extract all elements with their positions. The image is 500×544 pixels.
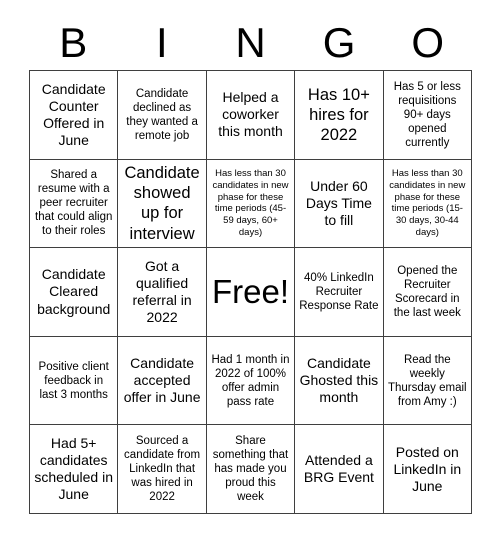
bingo-cell-text: Candidate accepted offer in June [123, 354, 201, 406]
bingo-cell-text: Read the weekly Thursday email from Amy … [387, 353, 467, 408]
bingo-cell-text: Posted on LinkedIn in June [393, 443, 462, 494]
bingo-cell-text: Helped a coworker this month [218, 89, 283, 140]
bingo-cell[interactable]: Had 5+ candidates scheduled in June [30, 425, 119, 514]
bingo-cell-text: Opened the Recruiter Scorecard in the la… [393, 264, 461, 319]
bingo-cell[interactable]: Has 10+ hires for 2022 [295, 71, 384, 160]
bingo-cell[interactable]: Has less than 30 candidates in new phase… [383, 159, 472, 249]
bingo-letter-o: O [411, 19, 444, 66]
bingo-cell-text: Candidate Counter Offered in June [41, 80, 106, 148]
bingo-cell[interactable]: Sourced a candidate from LinkedIn that w… [118, 425, 207, 514]
bingo-cell-text: Free! [211, 272, 289, 310]
bingo-cell-text: Had 5+ candidates scheduled in June [34, 435, 113, 503]
bingo-cell[interactable]: Under 60 Days Time to fill [295, 159, 384, 249]
bingo-cell[interactable]: Opened the Recruiter Scorecard in the la… [383, 248, 472, 337]
bingo-cell[interactable]: 40% LinkedIn Recruiter Response Rate [295, 248, 384, 337]
bingo-cell[interactable]: Candidate showed up for interview [118, 159, 207, 249]
bingo-cell[interactable]: Read the weekly Thursday email from Amy … [383, 336, 472, 426]
bingo-header: B I N G O [29, 18, 472, 68]
bingo-cell-text: Attended a BRG Event [303, 452, 374, 486]
bingo-cell[interactable]: Positive client feedback in last 3 month… [30, 336, 119, 426]
bingo-cell-text: Candidate Cleared background [37, 266, 111, 317]
bingo-cell[interactable]: Attended a BRG Event [295, 425, 384, 514]
bingo-cell[interactable]: Candidate Counter Offered in June [30, 71, 119, 160]
bingo-cell-free-space[interactable]: Free! [206, 248, 296, 337]
bingo-cell-text: Candidate showed up for interview [124, 164, 200, 243]
bingo-cell-text: Shared a resume with a peer recruiter th… [35, 169, 113, 238]
bingo-cell-text: Has less than 30 candidates in new phase… [212, 167, 289, 239]
bingo-cell[interactable]: Share something that has made you proud … [206, 425, 296, 514]
bingo-cell[interactable]: Shared a resume with a peer recruiter th… [30, 159, 119, 249]
bingo-cell[interactable]: Helped a coworker this month [206, 71, 296, 160]
bingo-cell[interactable]: Got a qualified referral in 2022 [118, 248, 207, 337]
bingo-cell-text: Candidate declined as they wanted a remo… [126, 87, 198, 142]
bingo-letter-i: I [156, 19, 168, 66]
bingo-cell[interactable]: Has less than 30 candidates in new phase… [206, 159, 296, 249]
bingo-cell-text: Got a qualified referral in 2022 [132, 257, 192, 326]
bingo-cell[interactable]: Has 5 or less requisitions 90+ days open… [383, 71, 472, 160]
bingo-cell[interactable]: Candidate accepted offer in June [118, 336, 207, 426]
bingo-card: B I N G O Candidate Counter Offered in J… [0, 0, 500, 544]
bingo-cell-text: Has 10+ hires for 2022 [307, 85, 370, 144]
bingo-cell[interactable]: Posted on LinkedIn in June [383, 425, 472, 514]
bingo-letter-g: G [322, 19, 356, 66]
bingo-cell-text: Under 60 Days Time to fill [305, 177, 372, 228]
bingo-cell-text: Has 5 or less requisitions 90+ days open… [393, 80, 461, 149]
bingo-cell-text: Has less than 30 candidates in new phase… [389, 167, 466, 239]
bingo-cell-text: Share something that has made you proud … [212, 435, 289, 504]
bingo-cell-text: Sourced a candidate from LinkedIn that w… [124, 435, 201, 504]
bingo-grid: Candidate Counter Offered in June Candid… [29, 70, 472, 514]
bingo-cell-text: Had 1 month in 2022 of 100% offer admin … [211, 353, 290, 408]
bingo-cell-text: 40% LinkedIn Recruiter Response Rate [299, 271, 379, 312]
bingo-cell[interactable]: Candidate declined as they wanted a remo… [118, 71, 207, 160]
bingo-letter-b: B [59, 19, 88, 66]
bingo-letter-n: N [235, 19, 266, 66]
bingo-cell-text: Positive client feedback in last 3 month… [38, 360, 109, 401]
bingo-cell[interactable]: Candidate Ghosted this month [295, 336, 384, 426]
bingo-cell-text: Candidate Ghosted this month [299, 354, 379, 406]
bingo-cell[interactable]: Candidate Cleared background [30, 248, 119, 337]
bingo-cell[interactable]: Had 1 month in 2022 of 100% offer admin … [206, 336, 296, 426]
